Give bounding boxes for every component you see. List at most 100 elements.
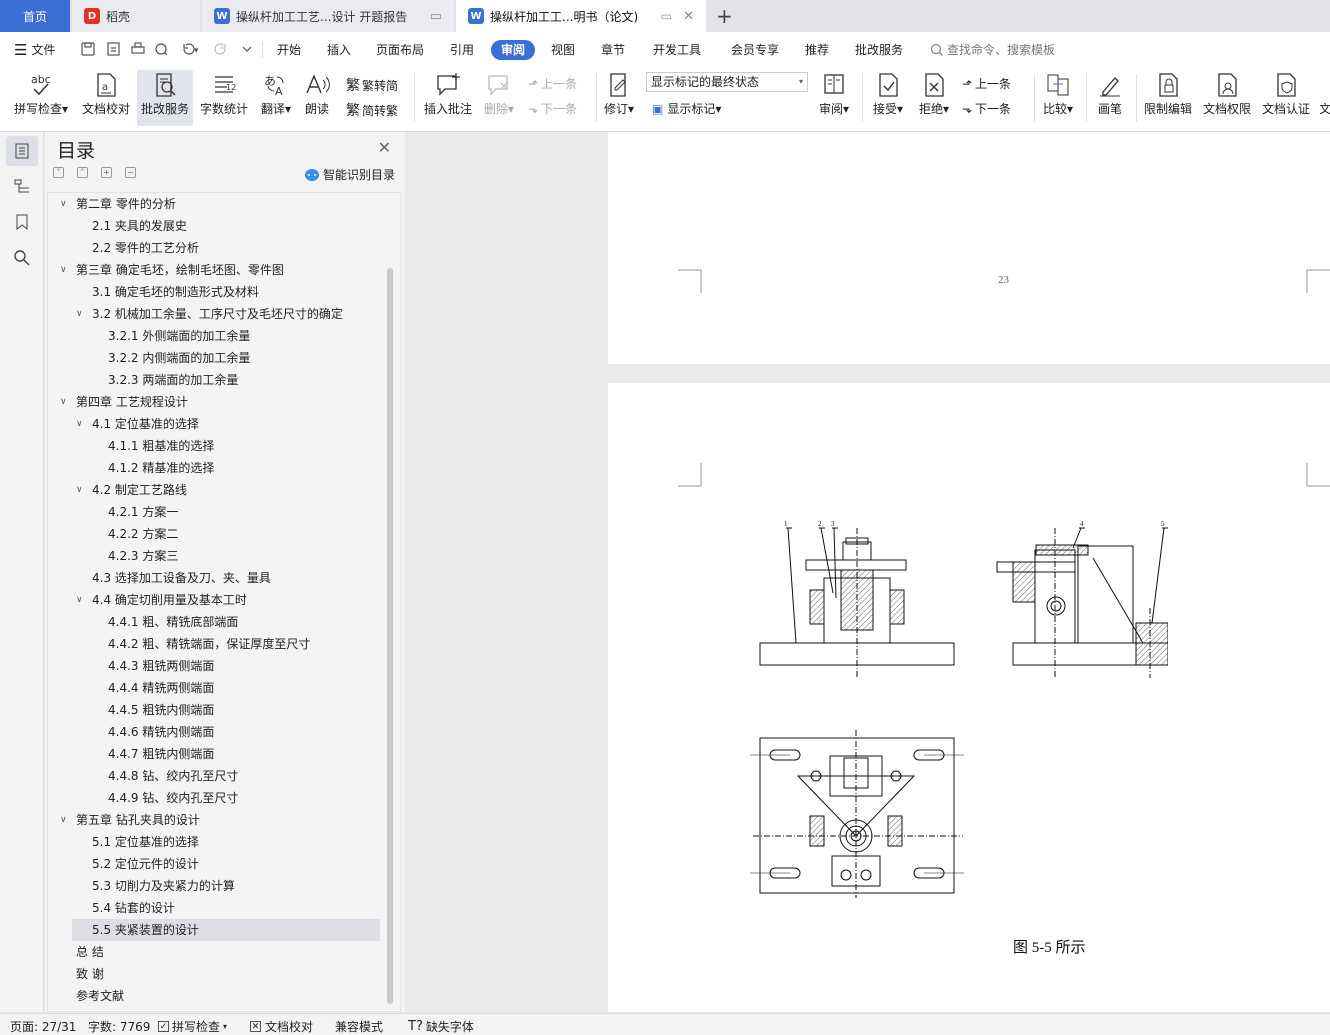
trad-to-simp-button[interactable]: 繁繁转简 (346, 75, 398, 95)
menu-chapter[interactable]: 章节 (601, 40, 625, 60)
toc-item[interactable]: 4.4.9 钻、绞内孔至尺寸 (48, 787, 378, 809)
toc-scrollbar[interactable] (387, 268, 393, 1004)
close-tab-icon[interactable]: ✕ (683, 9, 694, 24)
toc-item[interactable]: ∨ 第四章 工艺规程设计 (48, 391, 378, 413)
toc-item[interactable]: 4.2.1 方案一 (48, 501, 378, 523)
word-count-button[interactable]: 123 字数统计 (197, 70, 251, 126)
menu-review[interactable]: 审阅 (491, 40, 536, 60)
toc-item[interactable]: 3.2.1 外侧端面的加工余量 (48, 325, 378, 347)
collapse-all-icon[interactable]: ˅ (53, 167, 64, 178)
simp-to-trad-button[interactable]: 繁简转繁 (346, 100, 398, 120)
bookmark-button[interactable] (12, 212, 32, 232)
command-search[interactable]: 查找命令、搜索模板 (930, 40, 1055, 60)
toc-item[interactable]: 4.2.2 方案二 (48, 523, 378, 545)
next-comment-button[interactable]: ⬎ 下一条 (528, 100, 577, 117)
markup-state-select[interactable]: 显示标记的最终状态 ▾ (646, 72, 808, 92)
plus-icon[interactable]: + (101, 167, 112, 178)
toc-item[interactable]: ∨ 3.2 机械加工余量、工序尺寸及毛坯尺寸的确定 (48, 303, 378, 325)
translate-button[interactable]: あA 翻译▾ (256, 70, 296, 126)
toc-item[interactable]: 参考文献 (48, 985, 378, 1007)
toc-item[interactable]: 5.3 切削力及夹紧力的计算 (48, 875, 378, 897)
menu-start[interactable]: 开始 (277, 40, 301, 60)
accept-button[interactable]: 接受▾ (868, 70, 908, 126)
pen-button[interactable]: 画笔 (1090, 70, 1130, 126)
monitor-icon[interactable]: ▭ (661, 9, 672, 23)
menu-correction-service[interactable]: 批改服务 (855, 40, 903, 60)
toc-item[interactable]: 4.4.6 精铣内侧端面 (48, 721, 378, 743)
toc-item[interactable]: 2.2 零件的工艺分析 (48, 237, 378, 259)
smart-toc-button[interactable]: 智能识别目录 (304, 166, 395, 183)
restrict-editing-button[interactable]: 限制编辑 (1140, 70, 1196, 126)
prev-comment-button[interactable]: ⬏ 上一条 (528, 75, 577, 92)
next-change-button[interactable]: ⬎ 下一条 (962, 100, 1011, 117)
toc-item[interactable]: ∨ 第五章 钻孔夹具的设计 (48, 809, 378, 831)
chevron-down-icon[interactable]: ∨ (76, 413, 83, 435)
toc-item[interactable]: 4.4.5 粗铣内侧端面 (48, 699, 378, 721)
toc-item[interactable]: ∨ 第三章 确定毛坯，绘制毛坯图、零件图 (48, 259, 378, 281)
find-button[interactable] (12, 248, 32, 268)
doc-proof-button[interactable]: a 文档校对 (78, 70, 134, 126)
chevron-down-icon[interactable]: ∨ (60, 193, 67, 215)
toc-item[interactable]: 5.5 夹紧装置的设计 (72, 919, 380, 941)
spell-check-button[interactable]: abc 拼写检查▾ (10, 70, 72, 126)
chevron-down-icon[interactable]: ∨ (76, 589, 83, 611)
chevron-down-icon[interactable]: ∨ (76, 303, 83, 325)
file-menu[interactable]: ☰ 文件 (14, 40, 55, 60)
menu-page-layout[interactable]: 页面布局 (376, 40, 424, 60)
toc-item[interactable]: 4.4.8 钻、绞内孔至尺寸 (48, 765, 378, 787)
chevron-down-icon[interactable]: ∨ (60, 259, 67, 281)
toc-item[interactable]: 2.1 夹具的发展史 (48, 215, 378, 237)
insert-comment-button[interactable]: 插入批注 (420, 70, 476, 126)
toc-item[interactable]: 4.1.2 精基准的选择 (48, 457, 378, 479)
toc-item[interactable]: 3.1 确定毛坯的制造形式及材料 (48, 281, 378, 303)
menu-developer[interactable]: 开发工具 (653, 40, 701, 60)
more-ribbon-button[interactable]: 文 (1320, 70, 1330, 126)
chevron-down-icon[interactable]: ∨ (60, 391, 67, 413)
compare-button[interactable]: 比较▾ (1038, 70, 1078, 126)
track-changes-button[interactable]: 修订▾ (600, 70, 638, 126)
expand-up-icon[interactable]: ˄ (77, 167, 88, 178)
toc-item[interactable]: 致 谢 (48, 963, 378, 985)
show-markup-button[interactable]: ▣ 显示标记 ▾ (652, 100, 721, 117)
page-indicator[interactable]: 页面: 27/31 (10, 1018, 76, 1035)
toc-item[interactable]: 5.4 钻套的设计 (48, 897, 378, 919)
compat-mode[interactable]: 兼容模式 (335, 1018, 383, 1035)
toc-item[interactable]: 4.3 选择加工设备及刀、夹、量具 (48, 567, 378, 589)
menu-recommend[interactable]: 推荐 (805, 40, 829, 60)
toc-item[interactable]: 4.1.1 粗基准的选择 (48, 435, 378, 457)
doc-certify-button[interactable]: 文档认证 (1258, 70, 1314, 126)
delete-comment-button[interactable]: 删除▾ (480, 70, 518, 126)
toc-item[interactable]: 4.4.3 粗铣两侧端面 (48, 655, 378, 677)
tab-docer[interactable]: D 稻壳 (72, 0, 200, 32)
read-aloud-button[interactable]: 朗读 (300, 70, 334, 126)
toc-pane-button[interactable] (6, 136, 38, 166)
toc-item[interactable]: 4.4.2 粗、精铣端面，保证厚度至尺寸 (48, 633, 378, 655)
menu-member[interactable]: 会员专享 (731, 40, 779, 60)
doc-permission-button[interactable]: 文档权限 (1199, 70, 1255, 126)
correction-service-button[interactable]: 批改服务 (137, 70, 193, 126)
toc-item[interactable]: 4.4.1 粗、精铣底部端面 (48, 611, 378, 633)
toc-item[interactable]: 4.2.3 方案三 (48, 545, 378, 567)
toc-item[interactable]: 4.4.7 粗铣内侧端面 (48, 743, 378, 765)
new-tab-icon[interactable]: + (716, 4, 733, 28)
toc-item[interactable]: ∨ 4.4 确定切削用量及基本工时 (48, 589, 378, 611)
prev-change-button[interactable]: ⬏ 上一条 (962, 75, 1011, 92)
tab-proposal-doc[interactable]: W 操纵杆加工工艺...设计 开题报告 ▭ (202, 0, 454, 32)
close-icon[interactable]: ✕ (378, 138, 391, 157)
tab-home[interactable]: 首页 (0, 0, 70, 32)
tab-thesis-doc[interactable]: W 操纵杆加工工...明书（论文) ▭ ✕ (456, 0, 706, 32)
missing-font-indicator[interactable]: T? 缺失字体 (408, 1018, 474, 1035)
status-spell-check[interactable]: ✓ 拼写检查 ▾ (158, 1018, 227, 1035)
toc-item[interactable]: 3.2.2 内侧端面的加工余量 (48, 347, 378, 369)
reject-button[interactable]: 拒绝▾ (914, 70, 954, 126)
toc-item[interactable]: ∨ 4.2 制定工艺路线 (48, 479, 378, 501)
word-count-indicator[interactable]: 字数: 7769 (88, 1018, 150, 1035)
toc-item[interactable]: 3.2.3 两端面的加工余量 (48, 369, 378, 391)
toc-item[interactable]: 总 结 (48, 941, 378, 963)
menu-view[interactable]: 视图 (551, 40, 575, 60)
status-doc-proof[interactable]: ✕ 文档校对 (250, 1018, 313, 1035)
menu-references[interactable]: 引用 (450, 40, 474, 60)
toc-item[interactable]: 4.4.4 精铣两侧端面 (48, 677, 378, 699)
menu-insert[interactable]: 插入 (327, 40, 351, 60)
toc-item[interactable]: 5.2 定位元件的设计 (48, 853, 378, 875)
